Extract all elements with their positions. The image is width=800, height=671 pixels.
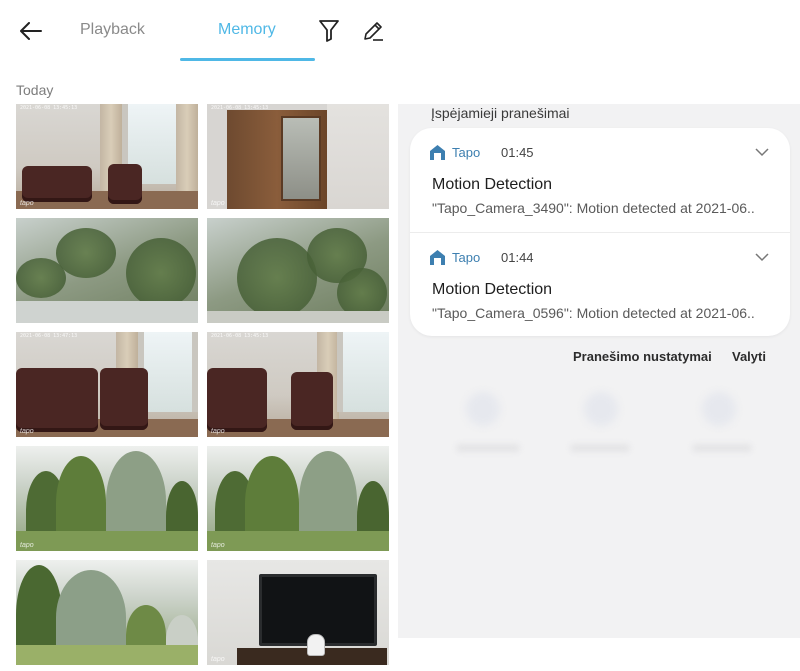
notification-time: 01:44 — [501, 250, 534, 265]
blurred-label — [692, 444, 752, 452]
tapo-app-icon — [430, 145, 445, 160]
active-tab-indicator — [180, 58, 315, 61]
blurred-quick-toggle — [702, 392, 736, 426]
back-button[interactable] — [14, 14, 48, 48]
memory-thumbnail[interactable]: 2021-06-08 13:45:13 tapo — [16, 104, 198, 209]
date-section-label: Today — [16, 82, 54, 98]
notification-app-name: Tapo — [452, 250, 481, 265]
pencil-icon — [364, 22, 383, 41]
notification-settings-button[interactable]: Pranešimo nustatymai — [573, 349, 712, 364]
memory-thumbnail[interactable]: 2021-06-08 13:45:13 tapo — [207, 332, 389, 437]
notification-body: "Tapo_Camera_3490": Motion detected at 2… — [432, 200, 755, 216]
blurred-quick-toggle — [584, 392, 618, 426]
blurred-quick-toggle — [466, 392, 500, 426]
timestamp-overlay: 2021-06-08 13:45:13 — [20, 105, 78, 111]
tapo-watermark: tapo — [20, 542, 34, 549]
timestamp-overlay: 2021-06-08 13:45:13 — [211, 333, 269, 339]
tab-memory[interactable]: Memory — [218, 21, 276, 39]
tapo-watermark: tapo — [211, 542, 225, 549]
memory-thumbnail[interactable] — [207, 218, 389, 323]
memory-thumbnail[interactable]: 2021-06-08 13:47:13 tapo — [16, 332, 198, 437]
notification-app-name: Tapo — [452, 145, 481, 160]
tapo-watermark: tapo — [20, 200, 34, 207]
memory-thumbnail[interactable]: tapo — [207, 446, 389, 551]
tapo-watermark: tapo — [20, 428, 34, 435]
notification-group-header: Įspėjamieji pranešimai — [431, 105, 570, 121]
notification-card: Tapo 01:45 Motion Detection "Tapo_Camera… — [410, 128, 790, 336]
notification-title: Motion Detection — [432, 281, 553, 298]
tapo-watermark: tapo — [211, 428, 225, 435]
notification-shade-panel: Įspėjamieji pranešimai Tapo 01:45 Motion… — [398, 0, 800, 671]
timestamp-overlay: 2021-06-08 13:47:13 — [20, 333, 78, 339]
notification-item[interactable]: Tapo 01:44 Motion Detection "Tapo_Camera… — [410, 233, 790, 337]
notification-body: "Tapo_Camera_0596": Motion detected at 2… — [432, 305, 755, 321]
top-bar: Playback Memory — [0, 0, 398, 64]
notification-time: 01:45 — [501, 145, 534, 160]
expand-button[interactable] — [753, 248, 771, 266]
tapo-watermark: tapo — [211, 656, 225, 663]
edit-button[interactable] — [358, 16, 388, 46]
chevron-down-icon — [755, 147, 769, 156]
tab-playback[interactable]: Playback — [80, 21, 145, 39]
back-arrow-icon — [20, 22, 42, 40]
blurred-label — [570, 444, 630, 452]
memory-thumbnail[interactable] — [16, 560, 198, 665]
notification-title: Motion Detection — [432, 176, 553, 193]
clear-notifications-button[interactable]: Valyti — [732, 349, 766, 364]
filter-button[interactable] — [314, 16, 344, 46]
chevron-down-icon — [755, 252, 769, 261]
filter-icon — [319, 20, 339, 42]
timestamp-overlay: 2021-06-08 13:45:13 — [211, 105, 269, 111]
tapo-watermark: tapo — [211, 200, 225, 207]
expand-button[interactable] — [753, 143, 771, 161]
memory-thumbnail[interactable]: tapo — [16, 446, 198, 551]
tapo-app-icon — [430, 250, 445, 265]
notification-item[interactable]: Tapo 01:45 Motion Detection "Tapo_Camera… — [410, 128, 790, 232]
memory-thumbnail[interactable]: tapo — [207, 560, 389, 665]
blurred-label — [456, 444, 520, 452]
tapo-app-panel: Playback Memory Today 2021-06-08 13:45:1… — [0, 0, 398, 671]
memory-thumbnail[interactable]: 2021-06-08 13:45:13 tapo — [207, 104, 389, 209]
memory-thumbnail[interactable] — [16, 218, 198, 323]
